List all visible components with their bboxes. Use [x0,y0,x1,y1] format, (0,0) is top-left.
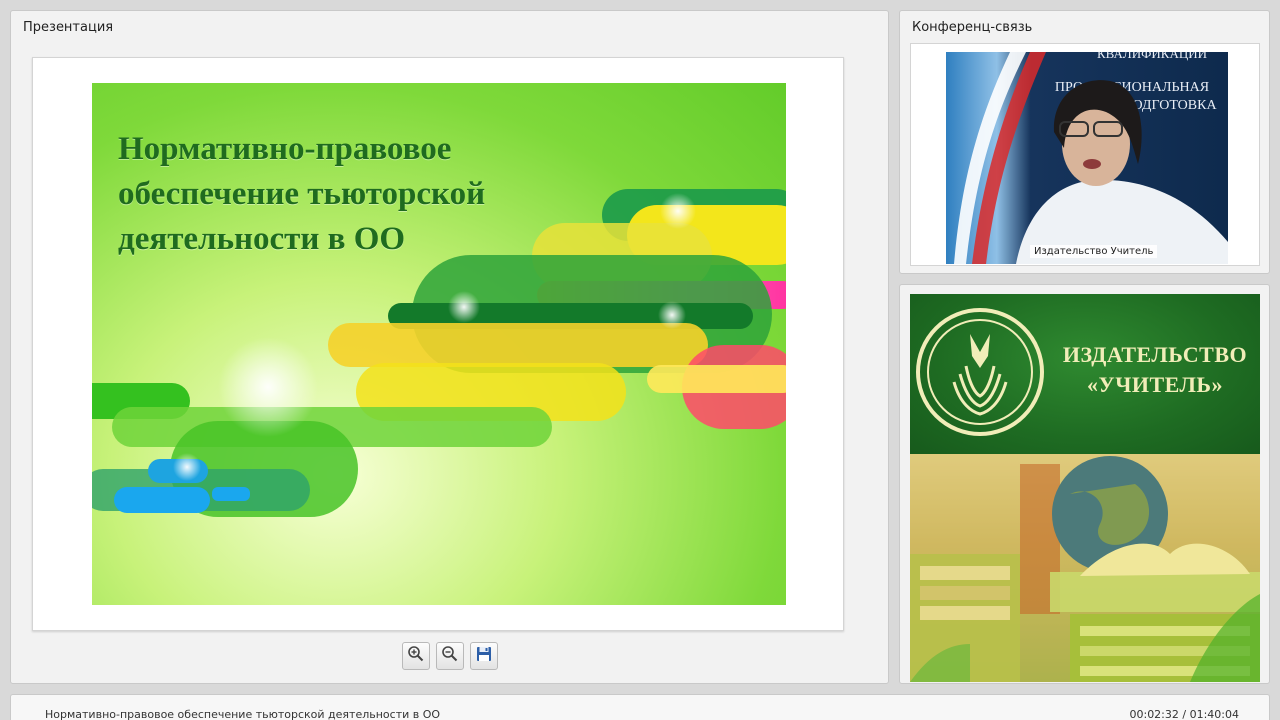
video-feed[interactable]: КВАЛИФИКАЦИИ ПРОФЕССИОНАЛЬНАЯ ПЕРЕПОДГОТ… [946,52,1228,264]
zoom-in-button[interactable] [402,642,430,670]
books-globe-illustration [910,454,1260,682]
brand-line-1: ИЗДАТЕЛЬСТВО [1062,342,1248,367]
presentation-panel-title: Презентация [23,20,114,35]
footer-bar: Нормативно-правовое обеспечение тьюторск… [10,694,1270,720]
publisher-logo-icon [916,308,1044,436]
publisher-banner-panel: ИЗДАТЕЛЬСТВО «УЧИТЕЛЬ» [899,284,1270,684]
video-scene: КВАЛИФИКАЦИИ ПРОФЕССИОНАЛЬНАЯ ПЕРЕПОДГОТ… [954,52,1228,264]
banner-image [910,454,1260,682]
footer-session-title: Нормативно-правовое обеспечение тьюторск… [45,708,441,720]
save-icon [475,645,493,668]
slide-title: Нормативно-правовое обеспечение тьюторск… [118,131,486,257]
conference-panel-title: Конференц-связь [912,20,1033,35]
presentation-panel: Презентация Нормативно-правовое обеспече… [10,10,889,684]
presentation-toolbar [402,642,498,670]
publisher-brand-name: ИЗДАТЕЛЬСТВО «УЧИТЕЛЬ» [1050,340,1260,400]
slide-frame: Нормативно-правовое обеспечение тьюторск… [32,57,844,631]
video-frame: КВАЛИФИКАЦИИ ПРОФЕССИОНАЛЬНАЯ ПЕРЕПОДГОТ… [910,43,1260,266]
save-button[interactable] [470,642,498,670]
presentation-slide: Нормативно-правовое обеспечение тьюторск… [92,83,786,605]
publisher-banner[interactable]: ИЗДАТЕЛЬСТВО «УЧИТЕЛЬ» [910,294,1260,682]
zoom-out-icon [441,645,459,668]
svg-text:КВАЛИФИКАЦИИ: КВАЛИФИКАЦИИ [1097,52,1207,61]
zoom-in-icon [407,645,425,668]
banner-header: ИЗДАТЕЛЬСТВО «УЧИТЕЛЬ» [910,294,1260,454]
conference-panel: Конференц-связь КВАЛИФИКАЦИИ ПРОФЕССИОНА… [899,10,1270,274]
zoom-out-button[interactable] [436,642,464,670]
brand-line-2: «УЧИТЕЛЬ» [1087,372,1223,397]
video-caption: Издательство Учитель [1030,245,1158,258]
playback-time: 00:02:32 / 01:40:04 [1129,708,1239,720]
